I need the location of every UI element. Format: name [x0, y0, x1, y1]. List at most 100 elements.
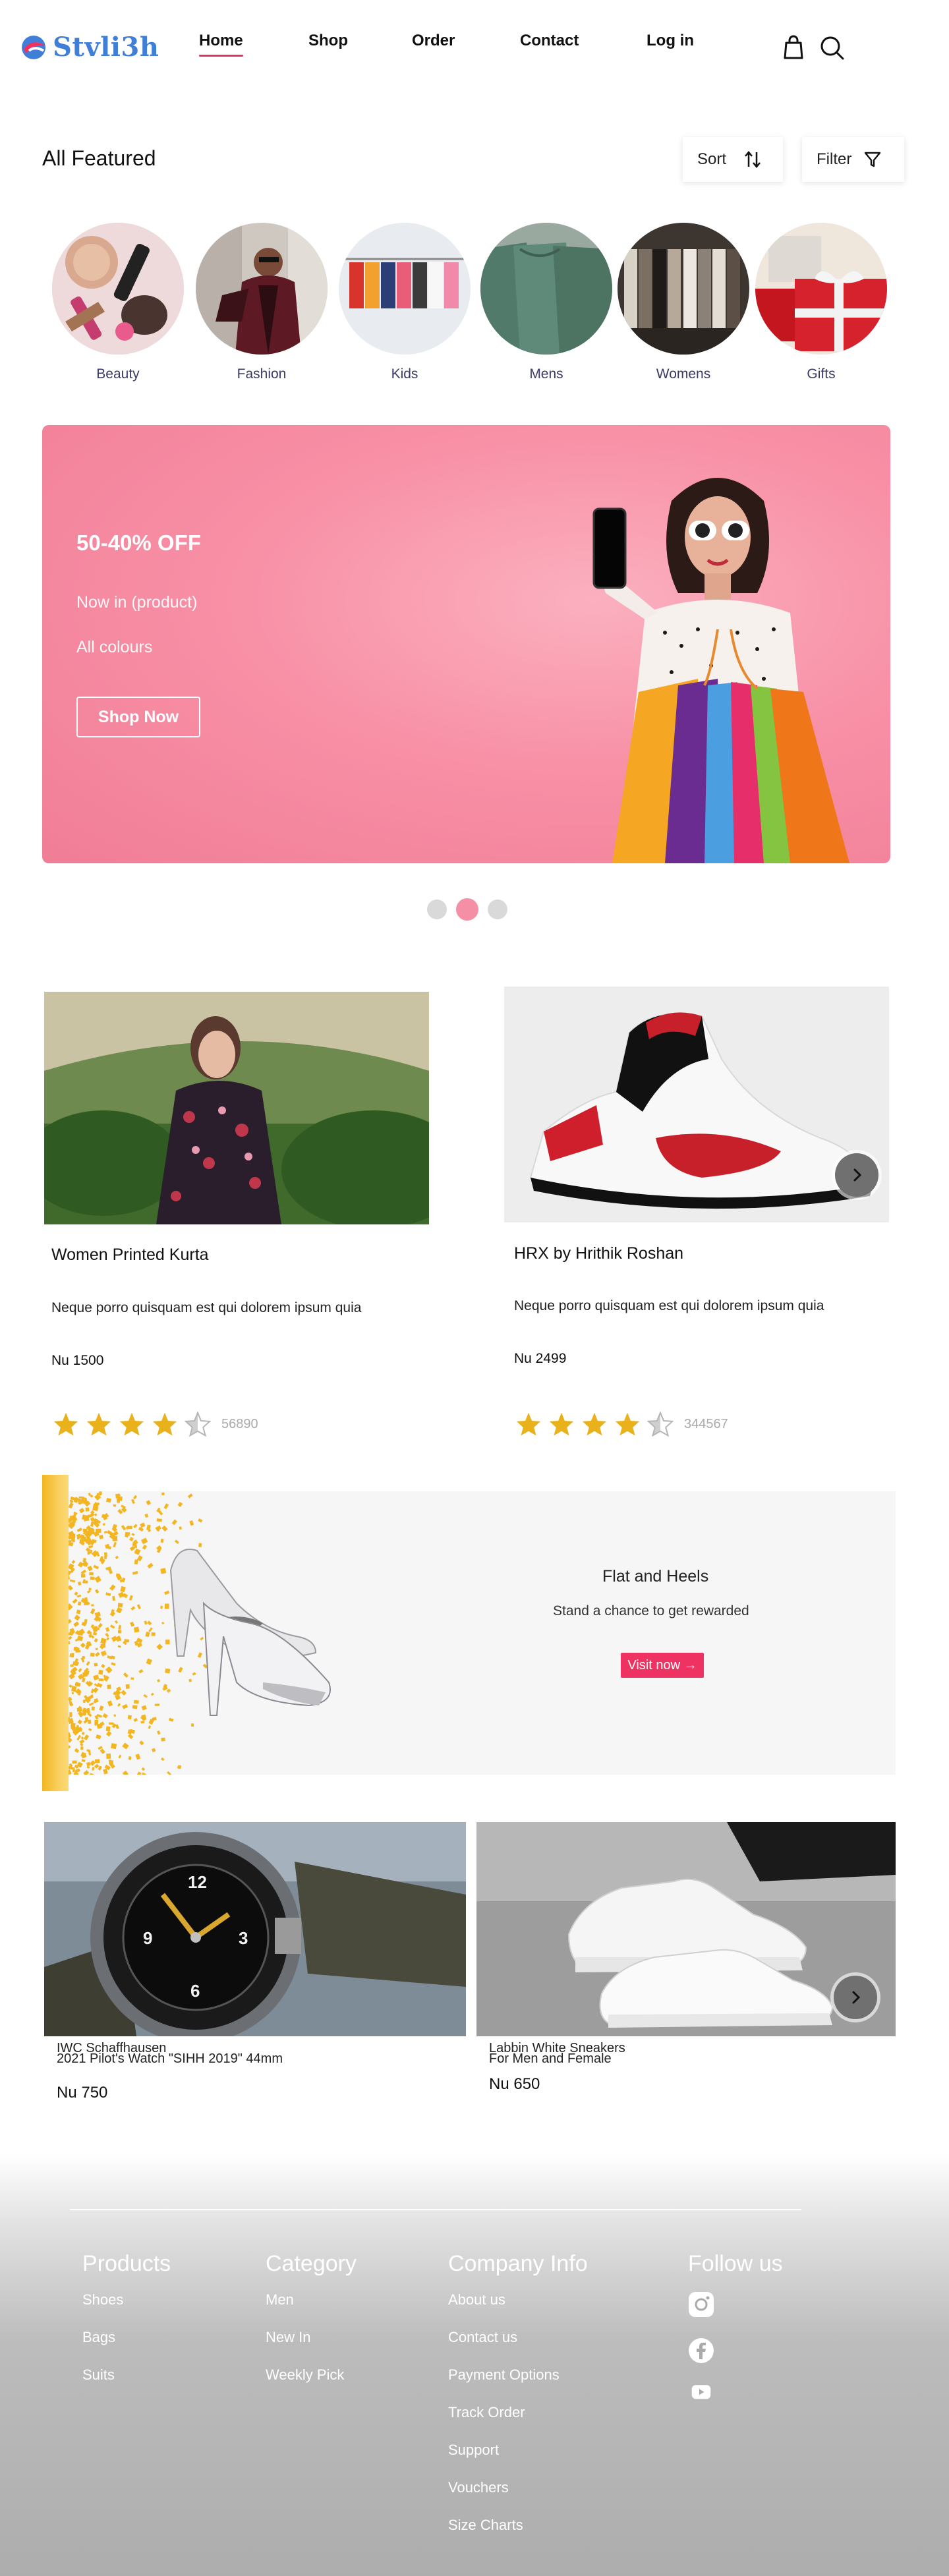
youtube-icon[interactable]: [688, 2384, 714, 2403]
promo-title: Flat and Heels: [602, 1567, 709, 1586]
search-icon[interactable]: [817, 33, 846, 62]
product-description: Neque porro quisquam est qui dolorem ips…: [51, 1300, 362, 1315]
promo-accent-bar: [42, 1475, 69, 1791]
carousel-dot-1[interactable]: [427, 900, 447, 919]
product-title[interactable]: For Men and Female: [489, 2052, 612, 2065]
footer-link[interactable]: Vouchers: [448, 2479, 588, 2517]
womens-image: [618, 223, 749, 355]
product-rating: 56890: [53, 1412, 258, 1437]
brand-logo[interactable]: Stvli3h: [20, 32, 159, 63]
product-name[interactable]: Women Printed Kurta: [51, 1245, 209, 1265]
footer-link[interactable]: Track Order: [448, 2404, 588, 2442]
category-kids[interactable]: Kids: [339, 223, 471, 382]
section-title: All Featured: [42, 146, 156, 170]
footer-heading: Products: [82, 2251, 171, 2276]
svg-text:3: 3: [239, 1928, 248, 1948]
footer-link[interactable]: Weekly Pick: [266, 2366, 357, 2404]
bag-icon[interactable]: [779, 33, 808, 62]
product-card-sneakers[interactable]: [476, 1822, 896, 2036]
svg-text:12: 12: [188, 1872, 207, 1892]
sort-button[interactable]: Sort: [683, 137, 783, 182]
gifts-image: [755, 223, 887, 355]
nav-home[interactable]: Home: [199, 32, 243, 57]
product-card-watch[interactable]: 12 3 6 9: [44, 1822, 466, 2036]
footer-col-follow: Follow us: [688, 2251, 783, 2423]
footer-link[interactable]: Shoes: [82, 2291, 171, 2329]
star-full-icon: [582, 1412, 607, 1436]
footer-link[interactable]: Size Charts: [448, 2517, 588, 2554]
nav-order[interactable]: Order: [412, 32, 455, 50]
category-label: Kids: [391, 366, 418, 382]
shop-now-button[interactable]: Shop Now: [76, 697, 200, 737]
hero-model-image: [592, 478, 849, 863]
category-label: Fashion: [237, 366, 287, 382]
category-fashion[interactable]: Fashion: [196, 223, 328, 382]
product-card-kurta[interactable]: [44, 992, 429, 1224]
footer-heading: Category: [266, 2251, 357, 2276]
product-title[interactable]: 2021 Pilot's Watch "SIHH 2019" 44mm: [57, 2052, 283, 2065]
site-header: Stvli3h Home Shop Order Contact Log in: [0, 0, 949, 92]
category-beauty[interactable]: Beauty: [52, 223, 184, 382]
star-full-icon: [119, 1412, 144, 1436]
carousel-dot-2-active[interactable]: [456, 898, 478, 921]
product-price: Nu 1500: [51, 1353, 104, 1368]
kids-image: [339, 223, 471, 355]
filter-button[interactable]: Filter: [802, 137, 904, 182]
svg-text:6: 6: [190, 1981, 200, 2001]
facebook-icon[interactable]: [688, 2337, 714, 2364]
chevron-right-icon: [853, 1168, 862, 1182]
category-label: Gifts: [807, 366, 836, 382]
category-gifts[interactable]: Gifts: [755, 223, 887, 382]
product-price: Nu 2499: [514, 1351, 567, 1366]
footer-link[interactable]: Suits: [82, 2366, 171, 2404]
category-label: Mens: [529, 366, 563, 382]
footer-heading: Follow us: [688, 2251, 783, 2276]
brand-name: Stvli3h: [53, 32, 159, 63]
nav-shop[interactable]: Shop: [308, 32, 348, 50]
footer-col-products: Products Shoes Bags Suits: [82, 2251, 171, 2404]
footer-link[interactable]: Men: [266, 2291, 357, 2329]
heels-image: [169, 1549, 331, 1716]
next-arrow-button[interactable]: [835, 1153, 878, 1197]
logo-mark-icon: [22, 35, 45, 59]
promo-banner: Flat and Heels Stand a chance to get rew…: [42, 1475, 896, 1791]
footer-col-company: Company Info About us Contact us Payment…: [448, 2251, 588, 2554]
carousel-dot-3[interactable]: [488, 900, 507, 919]
review-count: 56890: [221, 1416, 258, 1431]
visit-now-button[interactable]: Visit now →: [621, 1653, 704, 1678]
footer-link[interactable]: Contact us: [448, 2329, 588, 2366]
carousel-dots: [427, 898, 507, 921]
footer-divider: [70, 2209, 801, 2210]
star-full-icon: [53, 1412, 78, 1436]
white-sneakers-image: [476, 1822, 896, 2036]
footer-link[interactable]: New In: [266, 2329, 357, 2366]
footer-link[interactable]: Payment Options: [448, 2366, 588, 2404]
nav-login[interactable]: Log in: [647, 32, 694, 50]
chevron-right-icon: [852, 1991, 861, 2004]
footer-heading: Company Info: [448, 2251, 588, 2276]
product-description: Neque porro quisquam est qui dolorem ips…: [514, 1298, 824, 1313]
star-full-icon: [152, 1412, 177, 1436]
star-full-icon: [549, 1412, 574, 1436]
kurta-image: [44, 992, 429, 1224]
sneaker-image: [504, 987, 889, 1222]
product-name[interactable]: HRX by Hrithik Roshan: [514, 1244, 683, 1263]
sort-label: Sort: [697, 150, 727, 168]
footer-link[interactable]: Support: [448, 2442, 588, 2479]
nav-contact[interactable]: Contact: [520, 32, 579, 50]
product-card-hrx[interactable]: [504, 987, 889, 1222]
star-full-icon: [516, 1412, 541, 1436]
category-label: Womens: [656, 366, 711, 382]
star-half-icon: [185, 1412, 211, 1437]
watch-image: 12 3 6 9: [44, 1822, 466, 2036]
category-mens[interactable]: Mens: [480, 223, 612, 382]
footer-link[interactable]: About us: [448, 2291, 588, 2329]
promo-subtitle: Stand a chance to get rewarded: [553, 1603, 749, 1618]
category-label: Beauty: [96, 366, 140, 382]
next-arrow-button[interactable]: [834, 1976, 877, 2019]
category-womens[interactable]: Womens: [618, 223, 749, 382]
star-full-icon: [86, 1412, 111, 1436]
footer-link[interactable]: Bags: [82, 2329, 171, 2366]
product-price: Nu 750: [57, 2084, 108, 2102]
instagram-icon[interactable]: [688, 2291, 714, 2318]
